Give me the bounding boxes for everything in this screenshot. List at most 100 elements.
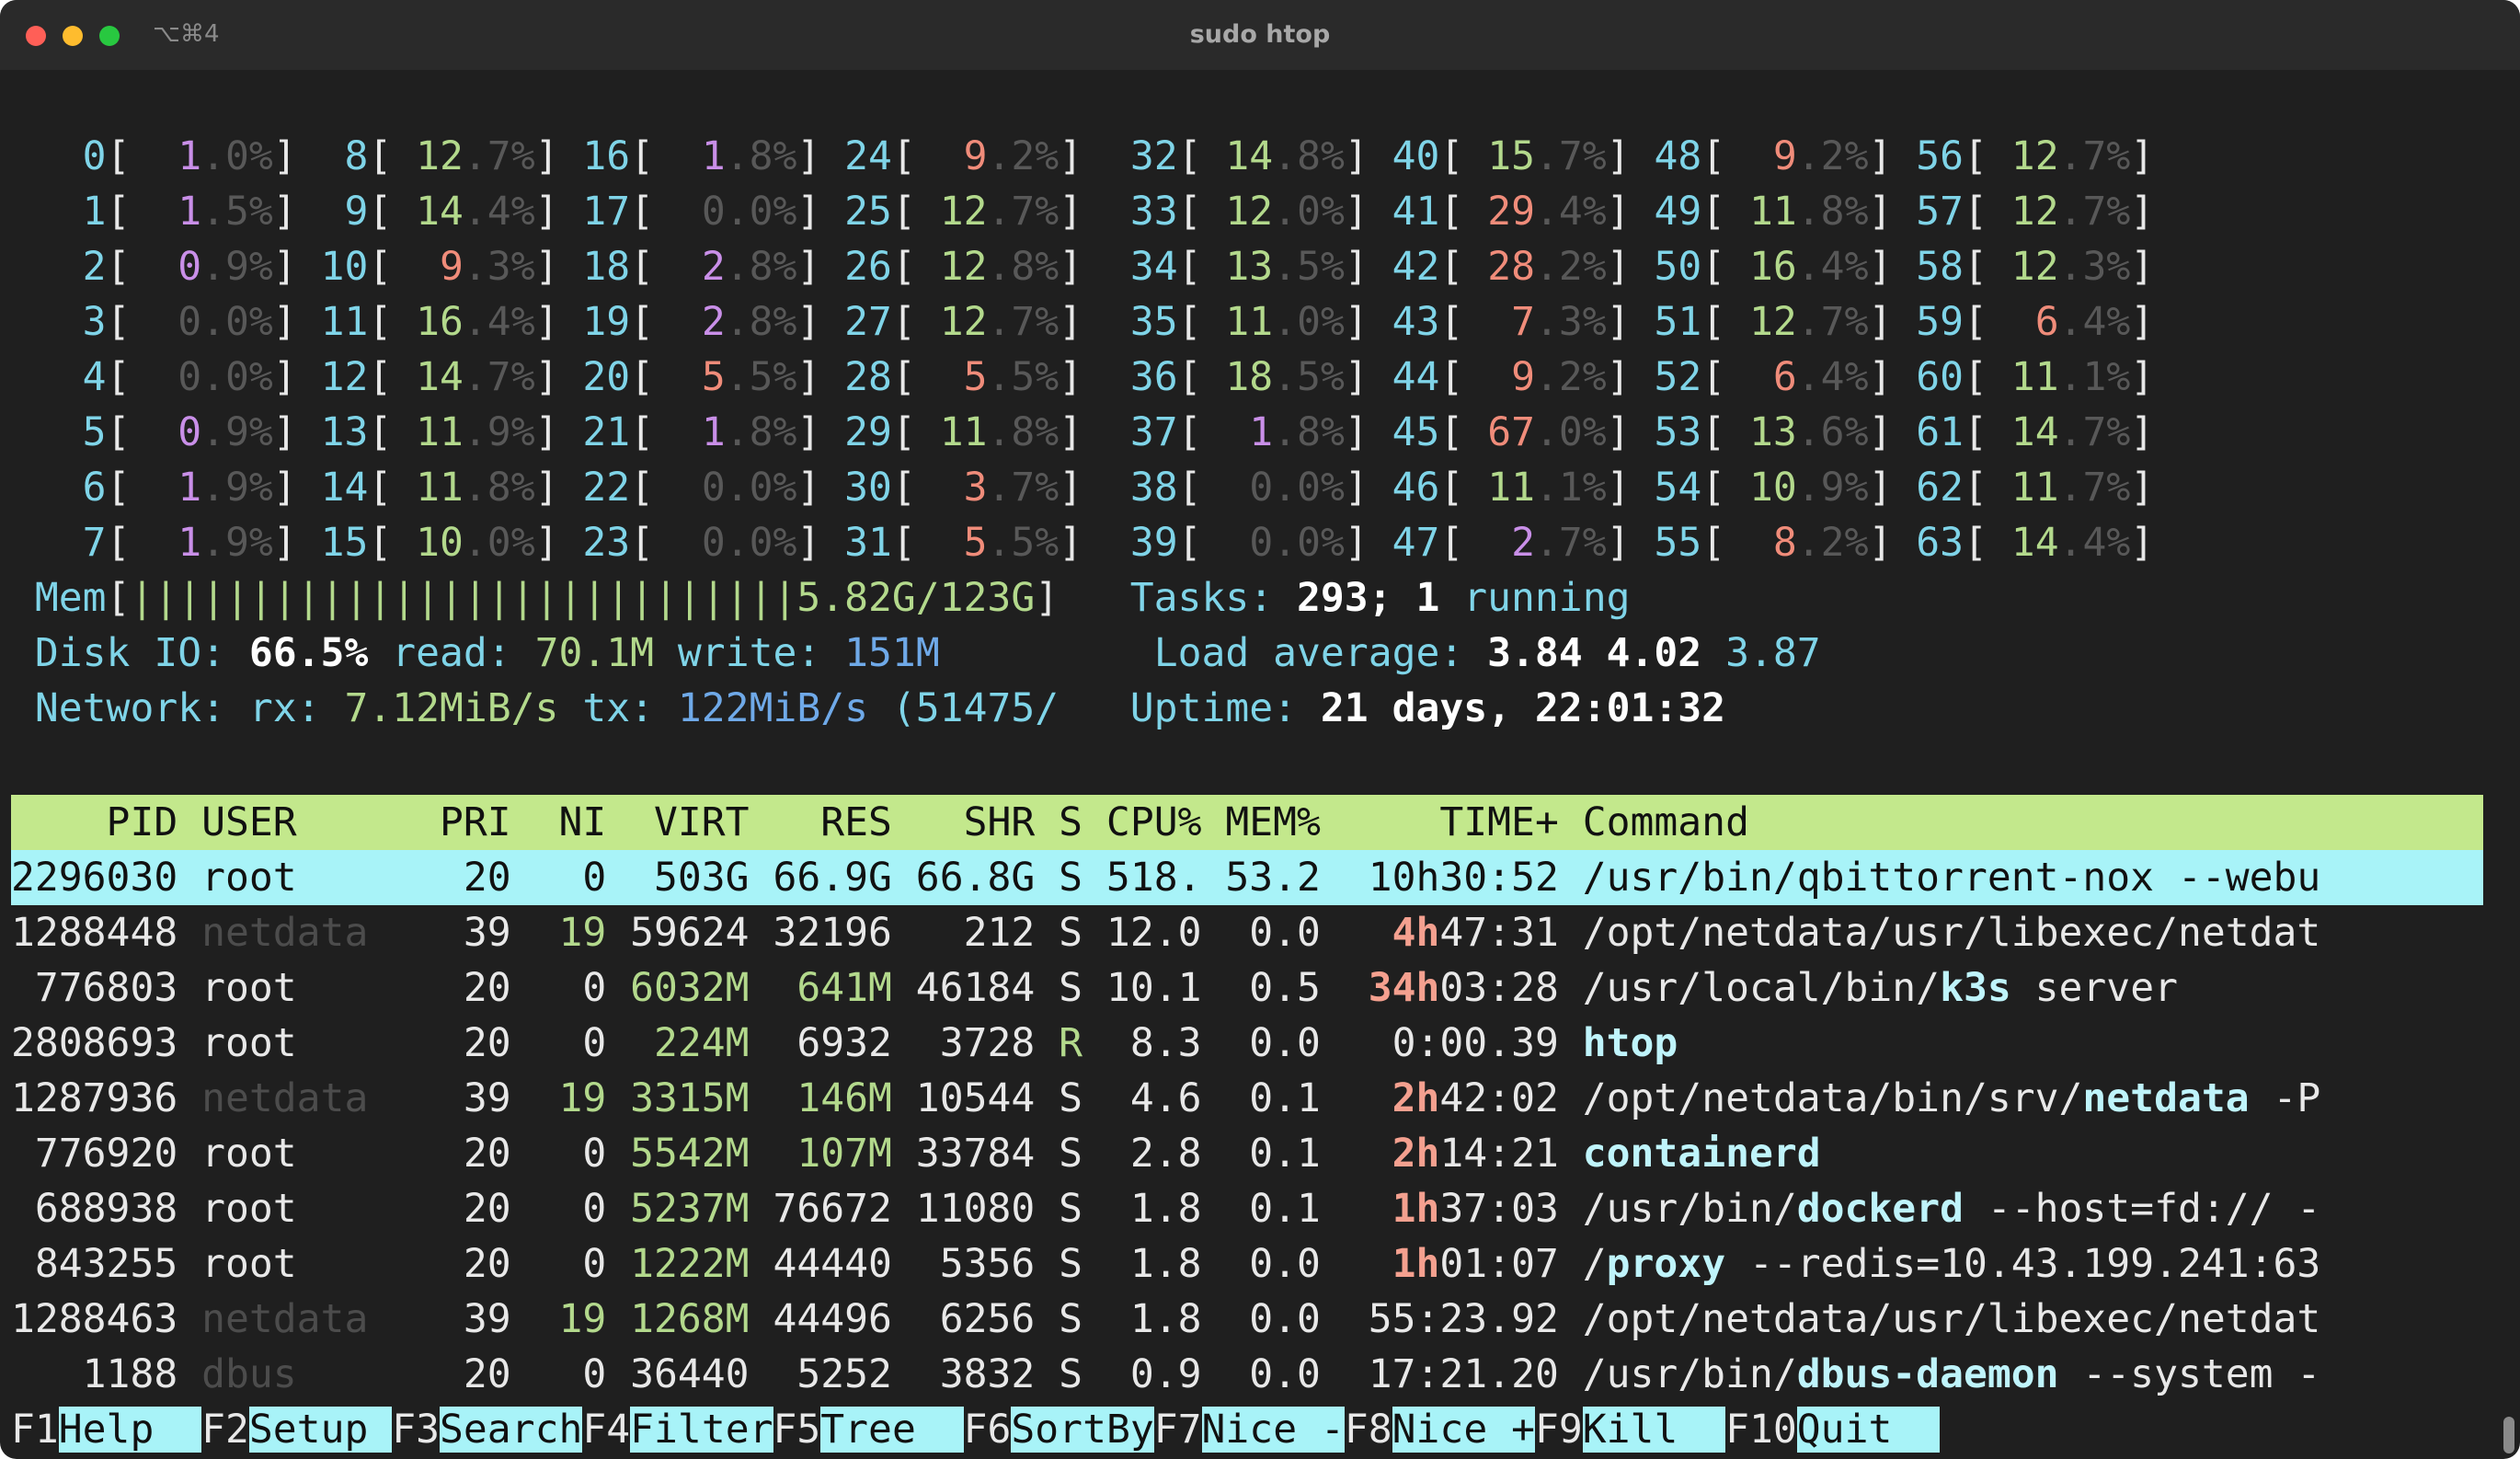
mem-percent: 0.1: [1201, 1075, 1321, 1121]
bracket: [: [368, 465, 393, 511]
cpu-id: 42: [1392, 244, 1440, 290]
command-path: /usr/bin/qbittorrent-nox --webu: [1582, 855, 2321, 901]
cpu-percent: 518.: [1082, 855, 1202, 901]
process-row[interactable]: 1288463 netdata 39 19 1268M 44496 6256 S…: [11, 1292, 2320, 1347]
column-header-shr[interactable]: SHR: [892, 799, 1036, 845]
time: 03:28: [1439, 965, 1559, 1011]
pid: 1288448: [11, 910, 178, 956]
bracket: ]: [1868, 189, 1893, 235]
bracket: [: [1439, 465, 1464, 511]
fkey-f5[interactable]: F5: [773, 1407, 821, 1453]
cpu-value: 28.2%: [1463, 244, 1607, 290]
cpu-value: 0.0%: [701, 189, 797, 235]
bracket: ]: [1606, 520, 1631, 566]
bracket: ]: [272, 244, 297, 290]
fkey-label-f6[interactable]: SortBy: [1011, 1407, 1154, 1453]
bracket: ]: [534, 409, 559, 455]
user: root: [201, 1241, 417, 1287]
fkey-label-f10[interactable]: Quit: [1796, 1407, 1941, 1453]
fkey-label-f7[interactable]: Nice -: [1201, 1407, 1345, 1453]
fkey-f9[interactable]: F9: [1535, 1407, 1583, 1453]
command-args: --redis=10.43.199.241:63: [1725, 1241, 2321, 1287]
cpu-id: 38: [1129, 465, 1178, 511]
cpu-meter-row: 7[ 1.9%] 15[ 10.0%] 23[ 0.0%] 31[ 5.5%] …: [11, 515, 2155, 570]
time-hours: 2h: [1392, 1131, 1440, 1177]
fkey-label-f8[interactable]: Nice +: [1392, 1407, 1535, 1453]
process-row[interactable]: 2808693 root 20 0 224M 6932 3728 R 8.3 0…: [11, 1016, 2320, 1071]
command-name: htop: [1582, 1020, 1678, 1066]
column-header-pid[interactable]: PID: [11, 799, 178, 845]
process-row[interactable]: 776920 root 20 0 5542M 107M 33784 S 2.8 …: [11, 1126, 2320, 1181]
fkey-f8[interactable]: F8: [1345, 1407, 1392, 1453]
column-header-user[interactable]: USER: [201, 799, 416, 845]
fkey-label-f2[interactable]: Setup: [248, 1407, 393, 1453]
bracket: ]: [534, 189, 559, 235]
column-header-pri[interactable]: PRI: [416, 799, 511, 845]
process-row[interactable]: 2296030 root 20 0 503G 66.9G 66.8G S 518…: [11, 850, 2320, 905]
priority: 20: [416, 1351, 511, 1397]
bracket: [: [630, 520, 655, 566]
process-row[interactable]: 1188 dbus 20 0 36440 5252 3832 S 0.9 0.0…: [11, 1347, 2321, 1402]
bracket: ]: [2130, 133, 2155, 179]
nice: 0: [510, 1351, 607, 1397]
cpu-id: 63: [1916, 520, 1964, 566]
cpu-id: 22: [582, 465, 631, 511]
process-row[interactable]: 776803 root 20 0 6032M 641M 46184 S 10.1…: [11, 960, 2320, 1016]
pid: 776920: [11, 1131, 178, 1177]
bracket: [: [1177, 299, 1202, 345]
column-header-cpu[interactable]: CPU%: [1082, 799, 1202, 845]
meter-row: Disk IO: 66.5% read: 70.1M write: 151M L…: [11, 626, 1821, 681]
cpu-value: 0.0%: [701, 520, 797, 566]
disk-percent: 66.5%: [248, 630, 369, 676]
column-header-s[interactable]: S: [1035, 799, 1082, 845]
fkey-label-f4[interactable]: Filter: [630, 1407, 773, 1453]
fkey-label-f9[interactable]: Kill: [1582, 1407, 1726, 1453]
scrollbar[interactable]: [2503, 1417, 2514, 1453]
bracket: [: [1964, 189, 1987, 235]
nice: 0: [510, 1241, 607, 1287]
bracket: ]: [1868, 244, 1893, 290]
column-header-virt[interactable]: VIRT: [606, 799, 750, 845]
column-header-time[interactable]: TIME+: [1321, 799, 1558, 845]
process-row[interactable]: 843255 root 20 0 1222M 44440 5356 S 1.8 …: [11, 1236, 2320, 1292]
bracket: ]: [1344, 465, 1369, 511]
fkey-label-f5[interactable]: Tree: [820, 1407, 964, 1453]
column-header-mem[interactable]: MEM%: [1202, 799, 1321, 845]
cpu-value: 12.7%: [915, 189, 1060, 235]
cpu-value: 18.5%: [1201, 354, 1345, 400]
bracket: [: [1177, 133, 1202, 179]
bracket: [: [1439, 299, 1464, 345]
cpu-value: 10.9%: [1725, 465, 1869, 511]
column-header-ni[interactable]: NI: [511, 799, 606, 845]
priority: 39: [416, 1075, 511, 1121]
time-hours: 1h: [1392, 1186, 1440, 1232]
bracket: ]: [796, 133, 821, 179]
fkey-f4[interactable]: F4: [582, 1407, 630, 1453]
column-header-command[interactable]: Command: [1583, 799, 1749, 845]
process-row[interactable]: 1287936 netdata 39 19 3315M 146M 10544 S…: [11, 1071, 2320, 1126]
fkey-label-f1[interactable]: Help: [58, 1407, 202, 1453]
fkey-f6[interactable]: F6: [964, 1407, 1012, 1453]
process-row[interactable]: 1288448 netdata 39 19 59624 32196 212 S …: [11, 905, 2320, 960]
cpu-percent: 10.1: [1082, 965, 1202, 1011]
fkey-f10[interactable]: F10: [1725, 1407, 1797, 1453]
process-row[interactable]: 688938 root 20 0 5237M 76672 11080 S 1.8…: [11, 1181, 2320, 1236]
fkey-label-f3[interactable]: Search: [440, 1407, 583, 1453]
fkey-f2[interactable]: F2: [201, 1407, 249, 1453]
cpu-value: 11.1%: [1987, 354, 2131, 400]
shr: 6256: [891, 1296, 1036, 1342]
bracket: ]: [534, 354, 559, 400]
fkey-f3[interactable]: F3: [392, 1407, 440, 1453]
bracket: ]: [1344, 299, 1369, 345]
cpu-id: 52: [1654, 354, 1702, 400]
priority: 39: [416, 910, 511, 956]
column-header-res[interactable]: RES: [750, 799, 892, 845]
res: 107M: [749, 1131, 892, 1177]
load-label: Load average:: [1153, 630, 1464, 676]
fkey-f1[interactable]: F1: [11, 1407, 59, 1453]
fkey-f7[interactable]: F7: [1154, 1407, 1202, 1453]
bracket: [: [106, 244, 131, 290]
